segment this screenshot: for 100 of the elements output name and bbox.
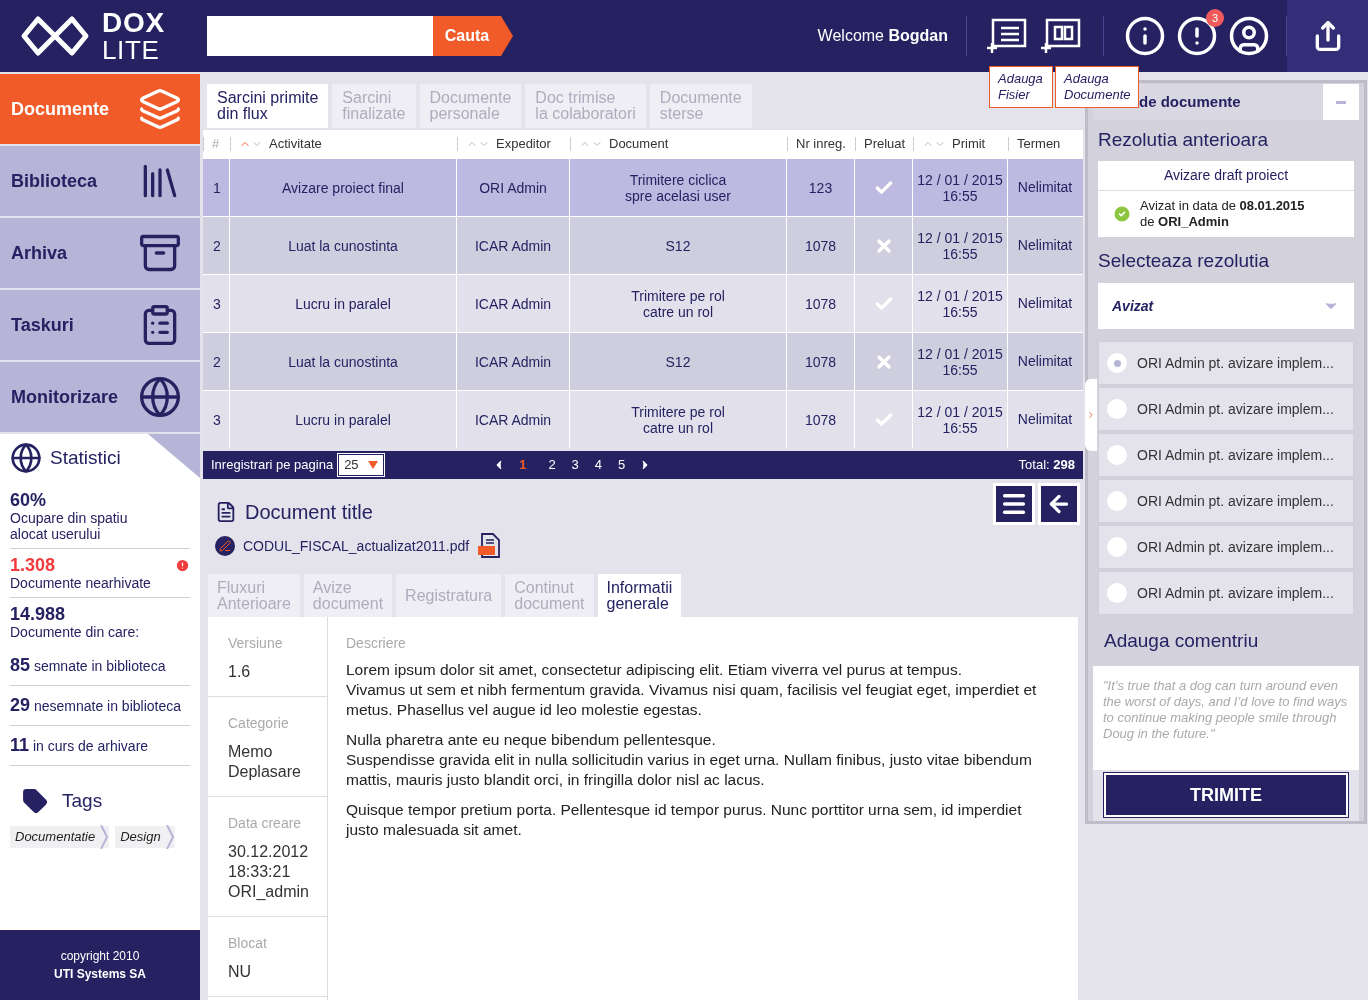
radio-button[interactable]	[1107, 491, 1127, 511]
tab[interactable]: Sarcini primite din flux	[207, 84, 329, 128]
tags-title: Tags	[62, 788, 103, 813]
table-cell: Lucru in paralel	[295, 411, 391, 428]
field-label: Blocat	[228, 934, 268, 953]
table-cell: Lucru in paralel	[295, 295, 391, 312]
panel-title: de documente	[1139, 91, 1241, 112]
radio-button[interactable]	[1107, 399, 1127, 419]
stat-value: 14.988	[10, 604, 67, 624]
column-header[interactable]: Document	[609, 134, 669, 154]
table-cell: Luat la cunostinta	[288, 237, 398, 254]
stat-value: 1.308	[10, 555, 57, 575]
table-cell-text: Nelimitat	[1017, 178, 1073, 197]
layers-icon	[138, 87, 182, 131]
field-value: 1.6	[228, 662, 252, 682]
table-cell: S12	[665, 237, 691, 254]
stat-text: 11 in curs de arhivare	[10, 738, 149, 754]
resolution-option[interactable]: ORI Admin pt. avizare implem...	[1098, 479, 1354, 523]
page-link[interactable]: 2	[545, 455, 559, 475]
add-file-icon[interactable]	[985, 16, 1029, 56]
page-link[interactable]: 3	[568, 455, 582, 475]
table-cell-text: Nelimitat	[1017, 294, 1073, 313]
radio-button[interactable]	[1107, 353, 1127, 373]
stat-text: 29 nesemnate in biblioteca	[10, 698, 182, 714]
comment-field[interactable]: "It’s true that a dog can turn around even the worst of days, and I’d love to find ways to continue making people smile through Doug in the future."	[1093, 665, 1359, 770]
table-cell: 1	[213, 179, 221, 196]
resolution-option[interactable]: ORI Admin pt. avizare implem...	[1098, 571, 1354, 615]
submit-button[interactable]: TRIMITE	[1104, 773, 1348, 818]
chevron-icon	[164, 825, 175, 849]
globe-icon	[138, 375, 182, 419]
stats-title: Statistici	[50, 445, 121, 470]
nav-item[interactable]: Biblioteca	[0, 146, 200, 216]
column-header[interactable]: Expeditor	[496, 134, 551, 154]
table-cell: 1078	[804, 411, 837, 428]
column-header[interactable]: Nr inreg.	[796, 134, 846, 154]
add-documents-icon[interactable]	[1039, 16, 1083, 56]
back-button[interactable]	[1038, 483, 1080, 525]
pdf-file-icon[interactable]	[477, 533, 502, 559]
alert-icon	[175, 558, 190, 573]
radio-button[interactable]	[1107, 537, 1127, 557]
nav-item[interactable]: Arhiva	[0, 218, 200, 288]
per-page-label: Inregistrari pe pagina	[211, 456, 334, 475]
page-link[interactable]: 5	[615, 455, 629, 475]
field-value: NU	[228, 962, 253, 982]
table-cell-text: Nelimitat	[1017, 236, 1073, 255]
search-field[interactable]	[207, 16, 433, 56]
column-header[interactable]: Termen	[1017, 134, 1061, 154]
user-icon[interactable]	[1228, 15, 1270, 57]
logout-button[interactable]	[1287, 0, 1368, 72]
section-heading: Rezolutia anterioara	[1098, 128, 1270, 152]
table-row[interactable]: 3 Lucru in paralel ICAR Admin Trimitere pe rol catre un rol 1078 12 / 01 / 2015 16:55 Nelimitat	[203, 274, 1083, 332]
stat-label: Documente nearhivate	[10, 575, 152, 591]
page-link[interactable]: 1	[516, 455, 530, 475]
column-header[interactable]: Activitate	[269, 134, 322, 154]
resolution-select[interactable]: Avizat	[1098, 283, 1354, 329]
resolution-option[interactable]: ORI Admin pt. avizare implem...	[1098, 525, 1354, 569]
logo-subtext: LITE	[102, 37, 161, 63]
radio-button[interactable]	[1107, 445, 1127, 465]
page-curl	[148, 434, 200, 478]
table-cell: 1078	[804, 237, 837, 254]
logo-icon	[20, 13, 90, 59]
nav-item[interactable]: Monitorizare	[0, 362, 200, 432]
table-cell: 12 / 01 / 2015 16:55	[917, 229, 1003, 262]
notification-badge: 3	[1206, 9, 1224, 27]
table-cell-text: Nelimitat	[1017, 410, 1073, 429]
table-row[interactable]: 2 Luat la cunostinta ICAR Admin S12 1078 12 / 01 / 2015 16:55 Nelimitat	[203, 332, 1083, 390]
collapse-handle[interactable]	[1085, 379, 1097, 451]
radio-button[interactable]	[1107, 583, 1127, 603]
table-cell: 2	[213, 353, 221, 370]
table-row[interactable]: 1 Avizare proiect final ORI Admin Trimitere ciclica spre acelasi user 123 12 / 01 / 2015 16:55 Nelimitat	[203, 158, 1083, 216]
table-row[interactable]: 3 Lucru in paralel ICAR Admin Trimitere pe rol catre un rol 1078 12 / 01 / 2015 16:55 Nelimitat	[203, 390, 1083, 448]
alert-icon[interactable]	[1176, 15, 1218, 57]
resolution-option[interactable]: ORI Admin pt. avizare implem...	[1098, 387, 1354, 431]
table-cell: 3	[213, 411, 221, 428]
minimize-button[interactable]	[1323, 84, 1359, 120]
nav-item[interactable]: Taskuri	[0, 290, 200, 360]
table-cell: Trimitere ciclica spre acelasi user	[625, 171, 731, 204]
page-link[interactable]: 4	[591, 455, 606, 475]
menu-button[interactable]	[993, 483, 1035, 525]
description-paragraph: Nulla pharetra ante eu neque bibendum pellentesque. Suspendisse gravida elit in nulla sollicitudin varius in eget urna. Nullam finibus, justo vitae bibendum mattis, mauris justo blandit orci, in fringilla dolor nisl ac lacus.	[346, 730, 1033, 790]
field-value: Memo Deplasare	[228, 742, 302, 782]
resolution-option[interactable]: ORI Admin pt. avizare implem...	[1098, 341, 1354, 385]
document-icon	[215, 501, 237, 523]
logo-text: DOX	[102, 9, 165, 37]
column-header[interactable]: Primit	[952, 134, 986, 154]
document-tab[interactable]: Informatii generale	[597, 574, 682, 617]
table-cell: 12 / 01 / 2015 16:55	[917, 287, 1003, 320]
table-cell: ICAR Admin	[474, 295, 552, 312]
field-label: Versiune	[228, 634, 284, 653]
per-page-select[interactable]: 25	[338, 454, 385, 476]
file-name[interactable]: CODUL_FISCAL_actualizat2011.pdf	[243, 535, 470, 557]
resolution-option[interactable]: ORI Admin pt. avizare implem...	[1098, 433, 1354, 477]
table-row[interactable]: 2 Luat la cunostinta ICAR Admin S12 1078 12 / 01 / 2015 16:55 Nelimitat	[203, 216, 1083, 274]
section-heading: Selecteaza rezolutia	[1098, 248, 1271, 273]
info-icon[interactable]	[1124, 15, 1166, 57]
stat-label: Ocupare din spatiu alocat userului	[10, 510, 129, 542]
tag-chip[interactable]: Design	[115, 826, 175, 848]
tag-chip[interactable]: Documentatie	[10, 826, 110, 848]
column-header[interactable]: Preluat	[864, 134, 906, 154]
check-circle-icon	[1112, 203, 1132, 224]
